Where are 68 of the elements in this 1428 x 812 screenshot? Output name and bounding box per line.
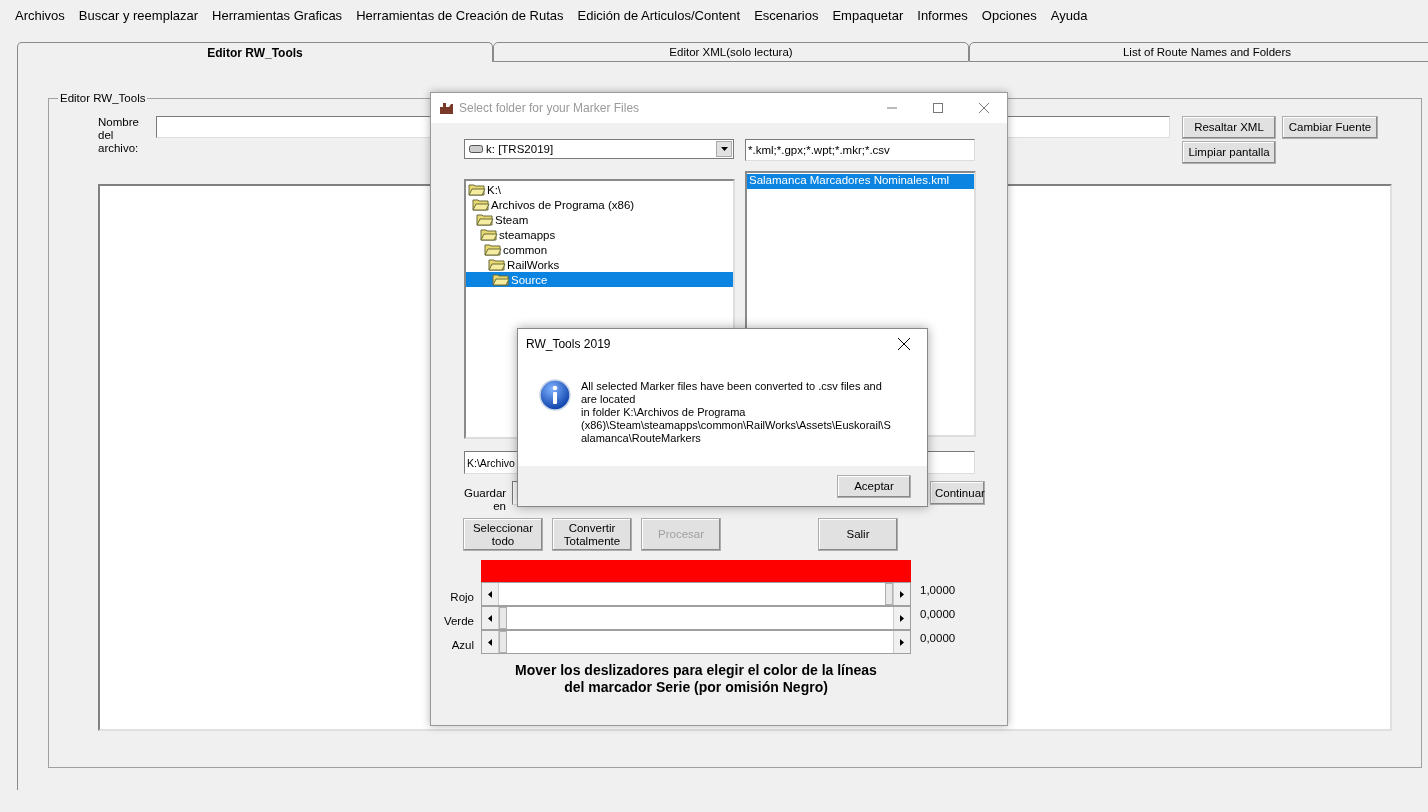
action-button[interactable]: Cambiar Fuente [1282,116,1378,139]
folder-icon [468,183,486,196]
file-name-label: Nombre del archivo: [98,116,140,155]
menu-item[interactable]: Herramientas de Creación de Rutas [356,7,564,23]
slider-value: 0,0000 [919,632,957,644]
slider-value: 0,0000 [919,608,957,620]
slider-value: 1,0000 [919,584,957,596]
right-arrow-icon [900,590,904,598]
save-in-label: Guardar en [464,487,506,513]
folder-icon [476,213,494,226]
folder-icon [484,243,502,256]
info-icon [539,379,571,411]
action-button[interactable]: Resaltar XML [1182,116,1276,139]
slider-thumb[interactable] [499,631,507,653]
folder-tree-item[interactable]: K:\ [466,182,733,197]
folder-tree-item[interactable]: RailWorks [466,257,733,272]
tab[interactable]: Editor XML(solo lectura) [493,42,969,62]
drive-icon [469,145,483,153]
dropdown-arrow-icon [720,147,728,151]
menu-item[interactable]: Empaquetar [832,7,904,23]
accept-button[interactable]: Aceptar [837,475,911,498]
menu-item[interactable]: Edición de Articulos/Content [577,7,741,23]
menu-item[interactable]: Buscar y reemplazar [78,7,199,23]
message-text: All selected Marker files have been converted to .csv files and are located in folder K:\Archivos de Programa (x86)\Steam\steamapps\common\RailWorks\Assets\Euskorail\Salamanca\RouteMarkers [581,380,892,446]
folder-tree-item[interactable]: common [466,242,733,257]
color-slider[interactable] [481,606,911,630]
dialog-button[interactable]: Seleccionar todo [463,518,543,551]
slider-label: Azul [451,639,475,651]
folder-icon [492,273,510,286]
menu-item[interactable]: Opciones [981,7,1037,23]
dialog-button[interactable]: Convertir Totalmente [552,518,632,551]
slider-thumb[interactable] [499,607,507,629]
folder-tree-item[interactable]: Source [466,272,733,287]
slider-thumb[interactable] [885,583,893,605]
folder-icon [480,228,498,241]
color-slider[interactable] [481,630,911,654]
right-arrow-icon [900,638,904,646]
menu-item[interactable]: Ayuda [1050,7,1088,23]
color-slider[interactable] [481,582,911,606]
folder-icon [488,258,506,271]
slider-label: Rojo [450,591,475,603]
group-title: Editor RW_Tools [59,92,147,104]
folder-tree-item[interactable]: Archivos de Programa (x86) [466,197,733,212]
tab[interactable]: Editor RW_Tools [17,42,493,62]
left-arrow-icon [488,590,492,598]
dialog-title: Select folder for your Marker Files [459,101,641,115]
folder-tree-item[interactable]: steamapps [466,227,733,242]
maximize-icon[interactable] [933,103,943,113]
file-item[interactable]: Salamanca Marcadores Nominales.kml [747,174,974,189]
tab[interactable]: List of Route Names and Folders [969,42,1428,62]
menu-item[interactable]: Escenarios [754,7,819,23]
drive-dropdown[interactable]: k: [TRS2019] [464,139,734,159]
folder-icon [472,198,490,211]
menu-item[interactable]: Archivos [15,7,65,23]
close-icon[interactable] [898,338,910,350]
action-button[interactable]: Limpiar pantalla [1182,141,1276,164]
instruction-text: Mover los deslizadores para elegir el color de la líneas del marcador Serie (por omisión Negro) [514,661,878,696]
folder-tree-item[interactable]: Steam [466,212,733,227]
menu-item[interactable]: Herramientas Graficas [212,7,343,23]
dialog-button[interactable]: Salir [818,518,898,551]
message-title: RW_Tools 2019 [526,337,612,351]
left-arrow-icon [488,614,492,622]
left-arrow-icon [488,638,492,646]
menu-item[interactable]: Informes [917,7,968,23]
filter-field[interactable]: *.kml;*.gpx;*.wpt;*.mkr;*.csv [745,139,975,161]
continue-button[interactable]: Continuar [930,481,985,505]
slider-label: Verde [443,615,475,627]
right-arrow-icon [900,614,904,622]
